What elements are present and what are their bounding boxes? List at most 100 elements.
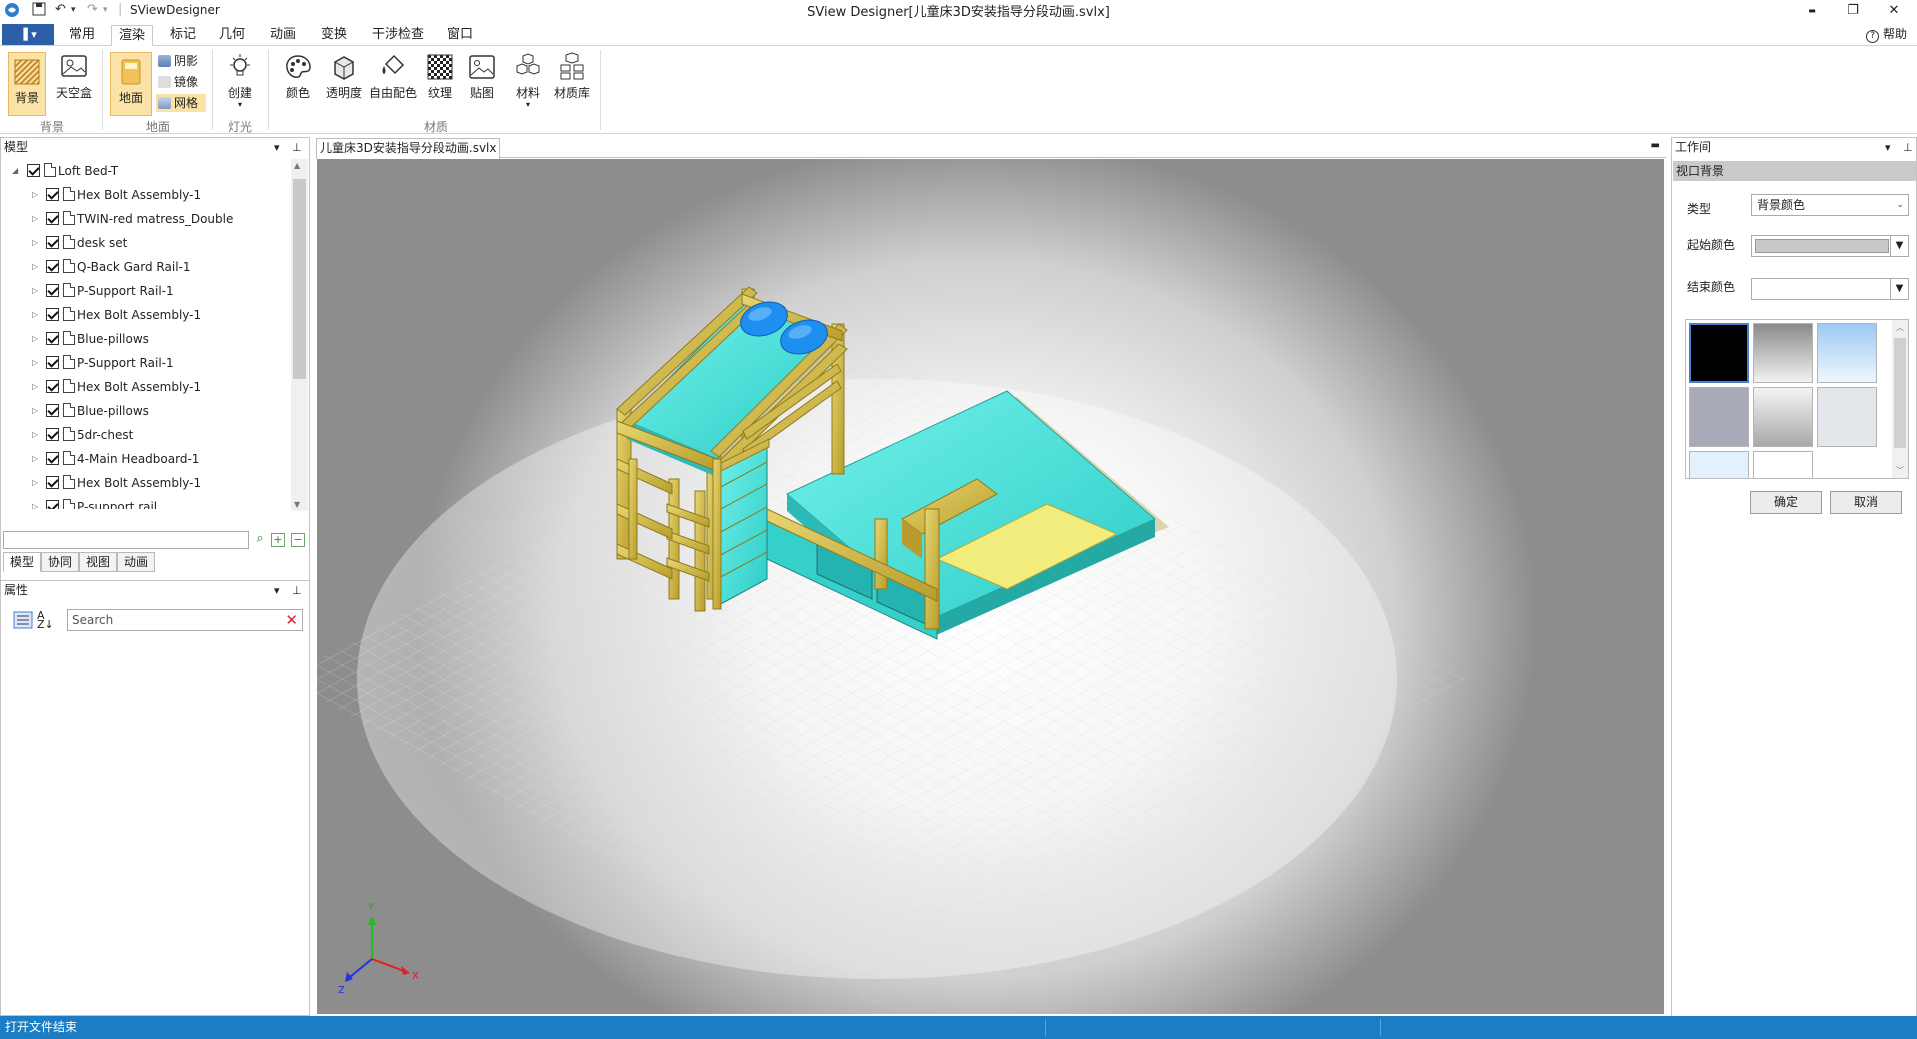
- tab-geometry[interactable]: 几何: [214, 25, 250, 46]
- swatch-pale-blue[interactable]: [1689, 451, 1749, 478]
- sort-alphabetical-icon[interactable]: A Z↓: [37, 610, 54, 630]
- tree-item[interactable]: ▷ Hex Bolt Assembly-1: [2, 471, 291, 495]
- expand-icon[interactable]: ▷: [32, 351, 38, 375]
- tree-item[interactable]: ▷ desk set: [2, 231, 291, 255]
- transparency-button[interactable]: 透明度: [322, 52, 366, 101]
- search-icon[interactable]: ⌕: [253, 532, 267, 547]
- tree-item[interactable]: ▷ P-Support Rail-1: [2, 279, 291, 303]
- start-color-picker[interactable]: ▼: [1751, 235, 1909, 257]
- pin-icon[interactable]: ⊥: [292, 581, 302, 600]
- expand-icon[interactable]: ▷: [32, 495, 38, 509]
- visibility-checkbox[interactable]: [46, 308, 59, 321]
- background-type-select[interactable]: 背景颜色 ⌄: [1751, 194, 1909, 216]
- material-library-button[interactable]: 材质库: [550, 52, 594, 101]
- clear-search-icon[interactable]: ✕: [285, 611, 298, 629]
- help-button[interactable]: ? 帮助: [1866, 25, 1907, 43]
- ground-button[interactable]: 地面: [110, 52, 152, 116]
- end-color-picker[interactable]: ▼: [1751, 278, 1909, 300]
- tab-animation-list[interactable]: 动画: [117, 552, 155, 572]
- chevron-down-icon[interactable]: ▼: [1890, 279, 1908, 299]
- tree-item[interactable]: ▷ 5dr-chest: [2, 423, 291, 447]
- expand-icon[interactable]: ▷: [32, 327, 38, 351]
- tab-collaboration[interactable]: 协同: [41, 552, 79, 572]
- pin-icon[interactable]: ⊥: [1903, 138, 1913, 157]
- ok-button[interactable]: 确定: [1750, 491, 1822, 514]
- property-search-input[interactable]: Search ✕: [67, 609, 303, 631]
- visibility-checkbox[interactable]: [46, 236, 59, 249]
- expand-icon[interactable]: ▷: [32, 279, 38, 303]
- mirror-toggle[interactable]: 镜像: [156, 73, 206, 91]
- expand-icon[interactable]: ▷: [32, 375, 38, 399]
- model-search-input[interactable]: [3, 531, 249, 549]
- visibility-checkbox[interactable]: [46, 428, 59, 441]
- grid-toggle[interactable]: 网格: [156, 94, 206, 112]
- material-button[interactable]: 材料 ▾: [508, 52, 548, 109]
- chevron-down-icon[interactable]: ▼: [1890, 236, 1908, 256]
- tree-item[interactable]: ▷ Hex Bolt Assembly-1: [2, 183, 291, 207]
- swatch-silver-gradient[interactable]: [1753, 387, 1813, 447]
- document-tab[interactable]: 儿童床3D安装指导分段动画.svlx: [316, 138, 501, 159]
- expand-all-icon[interactable]: +: [271, 533, 285, 547]
- pin-icon[interactable]: ⊥: [292, 138, 302, 157]
- panel-dropdown-icon[interactable]: ▾: [274, 138, 280, 157]
- cancel-button[interactable]: 取消: [1830, 491, 1902, 514]
- collapse-icon[interactable]: ◢: [12, 159, 18, 183]
- expand-icon[interactable]: ▷: [32, 303, 38, 327]
- scroll-down-icon[interactable]: ▼: [294, 500, 300, 509]
- close-button[interactable]: ✕: [1877, 1, 1911, 21]
- visibility-checkbox[interactable]: [46, 380, 59, 393]
- tree-item[interactable]: ▷ Blue-pillows: [2, 327, 291, 351]
- tree-item[interactable]: ▷ P-support rail: [2, 495, 291, 509]
- tab-markup[interactable]: 标记: [165, 25, 201, 46]
- expand-icon[interactable]: ▷: [32, 255, 38, 279]
- categorized-view-icon[interactable]: [13, 611, 33, 632]
- tab-render[interactable]: 渲染: [111, 25, 153, 46]
- tree-item[interactable]: ▷ Q-Back Gard Rail-1: [2, 255, 291, 279]
- visibility-checkbox[interactable]: [46, 452, 59, 465]
- tab-transform[interactable]: 变换: [316, 25, 352, 46]
- swatch-gray-gradient[interactable]: [1753, 323, 1813, 383]
- gallery-scrollbar[interactable]: ︿ ﹀: [1892, 320, 1908, 478]
- create-light-button[interactable]: 创建 ▾: [220, 52, 260, 109]
- tab-animation[interactable]: 动画: [265, 25, 301, 46]
- expand-icon[interactable]: ▷: [32, 447, 38, 471]
- expand-icon[interactable]: ▷: [32, 423, 38, 447]
- minimize-button[interactable]: ▬: [1795, 1, 1829, 21]
- background-button[interactable]: 背景: [8, 52, 46, 116]
- expand-icon[interactable]: ▷: [32, 471, 38, 495]
- tree-item[interactable]: ▷ P-Support Rail-1: [2, 351, 291, 375]
- skybox-button[interactable]: 天空盒: [52, 52, 96, 101]
- tab-model[interactable]: 模型: [3, 552, 41, 572]
- scrollbar-thumb[interactable]: [1894, 338, 1906, 448]
- tree-item[interactable]: ▷ Blue-pillows: [2, 399, 291, 423]
- tree-item[interactable]: ▷ Hex Bolt Assembly-1: [2, 375, 291, 399]
- visibility-checkbox[interactable]: [46, 356, 59, 369]
- texture-button[interactable]: 纹理: [422, 52, 458, 101]
- panel-dropdown-icon[interactable]: ▾: [274, 581, 280, 600]
- decal-button[interactable]: 贴图: [464, 52, 500, 101]
- tree-scrollbar[interactable]: ▲ ▼: [291, 159, 308, 511]
- scroll-up-icon[interactable]: ︿: [1896, 322, 1904, 333]
- restore-button[interactable]: ❐: [1836, 1, 1870, 21]
- expand-icon[interactable]: ▷: [32, 399, 38, 423]
- 3d-viewport[interactable]: Y X Z: [317, 159, 1664, 1014]
- tab-interference-check[interactable]: 干涉检查: [368, 25, 428, 46]
- panel-dropdown-icon[interactable]: ▾: [1885, 138, 1891, 157]
- visibility-checkbox[interactable]: [46, 188, 59, 201]
- visibility-checkbox[interactable]: [46, 260, 59, 273]
- color-button[interactable]: 颜色: [278, 52, 318, 101]
- swatch-sky-blue-gradient[interactable]: [1817, 323, 1877, 383]
- document-list-icon[interactable]: ▬: [1651, 140, 1660, 151]
- swatch-light-gray[interactable]: [1817, 387, 1877, 447]
- shadow-toggle[interactable]: 阴影: [156, 52, 206, 70]
- tree-item[interactable]: ▷ Hex Bolt Assembly-1: [2, 303, 291, 327]
- visibility-checkbox[interactable]: [46, 500, 59, 509]
- swatch-slate-gray[interactable]: [1689, 387, 1749, 447]
- file-menu-button[interactable]: ▐ ▾: [2, 24, 54, 45]
- tab-common[interactable]: 常用: [64, 25, 100, 46]
- scrollbar-thumb[interactable]: [293, 179, 306, 379]
- tab-views[interactable]: 视图: [79, 552, 117, 572]
- scroll-up-icon[interactable]: ▲: [294, 161, 300, 170]
- collapse-all-icon[interactable]: −: [291, 533, 305, 547]
- visibility-checkbox[interactable]: [27, 164, 40, 177]
